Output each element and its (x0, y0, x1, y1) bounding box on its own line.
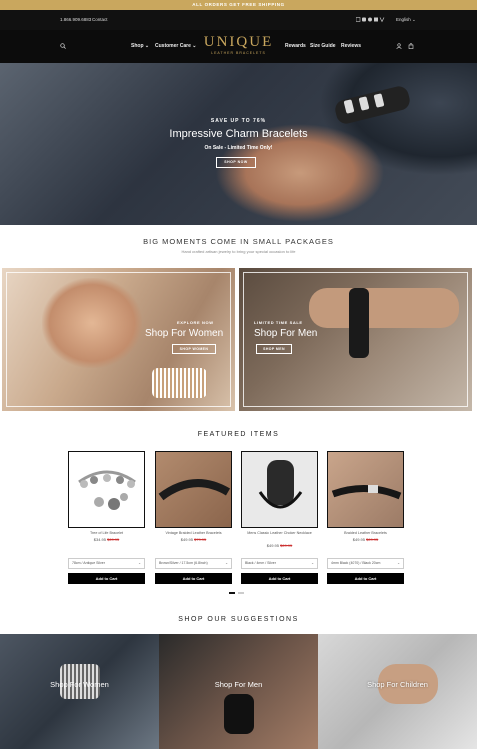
logo-subtitle: LEATHER BRACELETS (211, 51, 266, 55)
bracelet-graphic (224, 694, 254, 734)
product-image[interactable] (327, 451, 404, 528)
nav-size-guide[interactable]: Size Guide (310, 43, 336, 49)
moments-subtitle: Hand crafted artisan jewelry to bring yo… (181, 249, 296, 254)
suggestion-women-label: Shop For Women (50, 680, 109, 689)
sale-price: $49.95 (266, 543, 279, 548)
shop-now-button[interactable]: SHOP NOW (216, 157, 256, 168)
shop-men-button[interactable]: SHOP MEN (256, 344, 292, 354)
variant-select[interactable]: Black / 4mm / Silver ⌄ (241, 558, 318, 569)
product-image[interactable] (68, 451, 145, 528)
banner-men[interactable]: LIMITED TIME SALE Shop For Men SHOP MEN (239, 268, 472, 411)
variant-select[interactable]: 4mm Black (4070) / Black 20cm ⌄ (327, 558, 404, 569)
suggestions-title: SHOP OUR SUGGESTIONS (178, 616, 299, 623)
sale-price: $49.95 (180, 537, 193, 542)
carousel-dot[interactable] (238, 592, 244, 594)
banner-men-eyebrow: LIMITED TIME SALE (254, 320, 303, 325)
suggestion-women[interactable]: Shop For Women (0, 634, 159, 749)
carousel-dot-active[interactable] (229, 592, 235, 594)
banner-women[interactable]: EXPLORE NOW Shop For Women SHOP WOMEN (2, 268, 235, 411)
product-price: $49.95$69.95 (327, 537, 404, 542)
language-selector[interactable]: English ⌄ (396, 17, 416, 23)
banner-women-title: Shop For Women (145, 328, 224, 339)
nav-rewards[interactable]: Rewards (285, 43, 306, 49)
add-to-cart-button[interactable]: Add to Cart (155, 573, 232, 584)
contact-link[interactable]: Contact (92, 17, 108, 22)
variant-select[interactable]: Brown/Silver / 17.5cm (6.8inch) ⌄ (155, 558, 232, 569)
featured-title: FEATURED ITEMS (197, 431, 280, 438)
original-price: $69.95 (107, 537, 120, 542)
add-to-cart-button[interactable]: Add to Cart (327, 573, 404, 584)
phone-link[interactable]: 1.866.909.6883 (60, 17, 91, 22)
product-price: $49.95$79.95 (155, 537, 232, 542)
top-bar: 1.866.909.6883 Contact English ⌄ (0, 10, 477, 30)
add-to-cart-button[interactable]: Add to Cart (68, 573, 145, 584)
chevron-down-icon: ⌄ (225, 561, 228, 565)
suggestion-children-label: Shop For Children (367, 680, 428, 689)
product-image[interactable] (155, 451, 232, 528)
original-price: $69.95 (280, 543, 293, 548)
chevron-down-icon: ⌄ (397, 561, 400, 565)
cart-icon[interactable] (408, 43, 414, 49)
chevron-down-icon: ⌄ (138, 561, 141, 565)
original-price: $69.95 (366, 537, 379, 542)
suggestion-men-label: Shop For Men (214, 680, 263, 689)
original-price: $79.95 (194, 537, 207, 542)
social-icons (355, 17, 386, 23)
promo-bar: ALL ORDERS GET FREE SHIPPING (0, 0, 477, 10)
banner-men-title: Shop For Men (254, 328, 318, 339)
product-price: $34.95$69.95 (68, 537, 145, 542)
product-price: $49.95$69.95 (241, 543, 318, 548)
main-nav: Shop ⌄ Customer Care ⌄ UNIQUE LEATHER BR… (0, 30, 477, 63)
add-to-cart-button[interactable]: Add to Cart (241, 573, 318, 584)
hero-banner: SAVE UP TO 76% Impressive Charm Bracelet… (0, 63, 477, 225)
sale-price: $49.95 (352, 537, 365, 542)
suggestion-men[interactable]: Shop For Men (159, 634, 318, 749)
variant-value: 78cm / Antique Silver (72, 561, 105, 565)
hero-subtitle: On Sale - Limited Time Only! (204, 145, 273, 151)
product-image[interactable] (241, 451, 318, 528)
product-name[interactable]: Vintage Braided Leather Bracelets (155, 531, 232, 535)
hero-eyebrow: SAVE UP TO 76% (210, 118, 267, 124)
variant-value: 4mm Black (4070) / Black 20cm (331, 561, 381, 565)
product-name[interactable]: Braided Leather Bracelets (327, 531, 404, 535)
hero-title: Impressive Charm Bracelets (169, 128, 308, 140)
banner-frame (6, 272, 231, 407)
banner-women-eyebrow: EXPLORE NOW (177, 320, 214, 325)
product-name[interactable]: Mens Classic Leather Choker Necklace (241, 531, 318, 535)
logo[interactable]: UNIQUE (0, 34, 477, 51)
moments-title: BIG MOMENTS COME IN SMALL PACKAGES (143, 237, 334, 246)
nav-reviews[interactable]: Reviews (341, 43, 361, 49)
banner-frame (243, 272, 468, 407)
account-icon[interactable] (396, 43, 402, 49)
variant-value: Brown/Silver / 17.5cm (6.8inch) (159, 561, 208, 565)
shop-women-button[interactable]: SHOP WOMEN (172, 344, 216, 354)
suggestion-children[interactable]: Shop For Children (318, 634, 477, 749)
sale-price: $34.95 (93, 537, 106, 542)
variant-value: Black / 4mm / Silver (245, 561, 276, 565)
chevron-down-icon: ⌄ (311, 561, 314, 565)
product-name[interactable]: Tree of Life Bracelet (68, 531, 145, 535)
variant-select[interactable]: 78cm / Antique Silver ⌄ (68, 558, 145, 569)
